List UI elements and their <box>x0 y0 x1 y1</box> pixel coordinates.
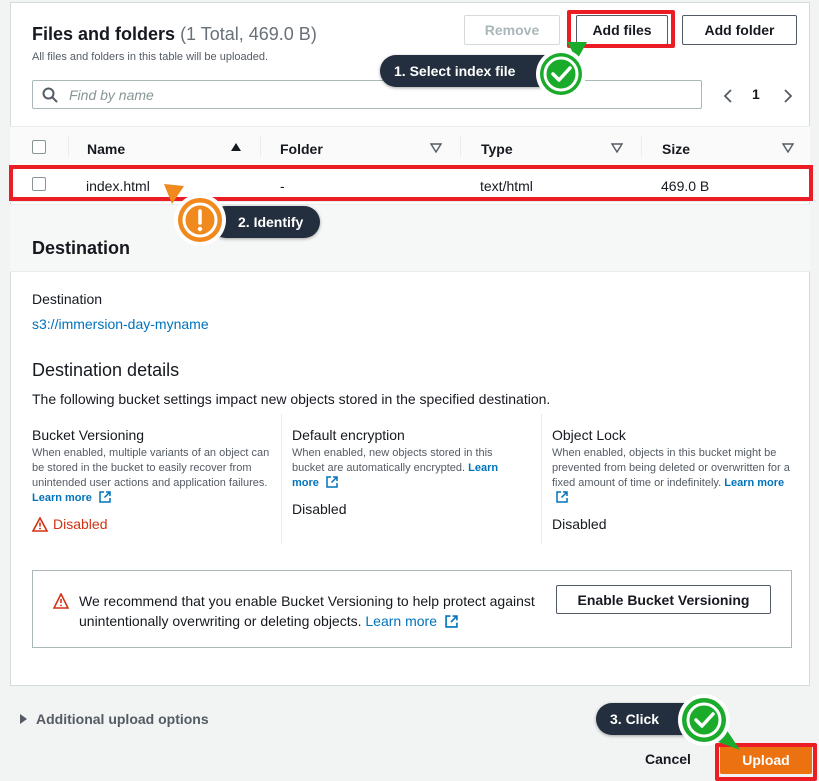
alert-text: We recommend that you enable Bucket Vers… <box>79 593 535 629</box>
column-separator <box>260 135 261 157</box>
files-title: Files and folders (1 Total, 469.0 B) <box>32 24 317 45</box>
search-box[interactable] <box>32 80 702 109</box>
sort-down-icon[interactable] <box>782 143 794 153</box>
add-folder-button[interactable]: Add folder <box>682 15 797 45</box>
column-header-size[interactable]: Size <box>662 141 690 157</box>
column-separator <box>641 135 642 157</box>
exclamation-badge-icon <box>164 184 226 246</box>
chevron-left-icon[interactable] <box>722 88 734 104</box>
sort-down-icon[interactable] <box>430 143 442 153</box>
check-badge-icon <box>536 42 587 99</box>
callout-step-2-text: 2. Identify <box>238 214 304 230</box>
warning-icon <box>53 593 69 609</box>
object-lock-description: When enabled, objects in this bucket mig… <box>552 446 792 506</box>
versioning-description: When enabled, multiple variants of an ob… <box>32 446 272 506</box>
sort-down-icon[interactable] <box>611 143 623 153</box>
object-lock-title: Object Lock <box>552 427 626 443</box>
files-title-text: Files and folders <box>32 24 176 44</box>
search-input[interactable] <box>67 85 687 105</box>
versioning-status-text: Disabled <box>53 516 108 532</box>
encryption-description: When enabled, new objects stored in this… <box>292 446 528 491</box>
column-header-name[interactable]: Name <box>87 141 125 157</box>
additional-options-toggle[interactable]: Additional upload options <box>20 711 209 727</box>
encryption-title: Default encryption <box>292 427 405 443</box>
additional-options-label: Additional upload options <box>36 711 209 727</box>
files-description: All files and folders in this table will… <box>32 51 269 63</box>
versioning-desc-text: When enabled, multiple variants of an ob… <box>32 447 270 489</box>
destination-label: Destination <box>32 291 103 307</box>
column-divider <box>541 414 542 544</box>
destination-header: Destination <box>10 204 810 272</box>
caret-right-icon <box>20 714 27 724</box>
external-link-icon[interactable] <box>445 615 458 628</box>
column-separator <box>460 135 461 157</box>
column-header-type[interactable]: Type <box>481 141 513 157</box>
encryption-status: Disabled <box>292 501 347 517</box>
column-divider <box>281 414 282 544</box>
chevron-right-icon[interactable] <box>782 88 794 104</box>
sort-up-icon[interactable] <box>230 142 242 152</box>
destination-details-title: Destination details <box>32 360 180 380</box>
check-badge-icon <box>678 694 740 750</box>
external-link-icon[interactable] <box>99 491 111 503</box>
alert-message: We recommend that you enable Bucket Vers… <box>79 591 549 631</box>
callout-step-1-text: 1. Select index file <box>394 63 516 79</box>
select-all-checkbox[interactable] <box>32 140 46 154</box>
page-number[interactable]: 1 <box>752 86 760 102</box>
versioning-learn-more-link[interactable]: Learn more <box>32 492 92 504</box>
warning-icon <box>32 516 48 532</box>
files-count: (1 Total, 469.0 B) <box>180 24 317 44</box>
versioning-status: Disabled <box>32 516 107 532</box>
object-lock-status: Disabled <box>552 516 607 532</box>
callout-step-3-text: 3. Click <box>610 711 660 727</box>
external-link-icon[interactable] <box>326 476 338 488</box>
search-icon <box>42 87 58 103</box>
external-link-icon[interactable] <box>556 491 568 503</box>
destination-details-description: The following bucket settings impact new… <box>32 391 551 407</box>
table-header: Name Folder Type Size <box>10 126 810 166</box>
versioning-title: Bucket Versioning <box>32 427 145 443</box>
alert-learn-more-link[interactable]: Learn more <box>365 613 437 629</box>
encryption-desc-text: When enabled, new objects stored in this… <box>292 447 493 474</box>
enable-versioning-button[interactable]: Enable Bucket Versioning <box>556 585 771 614</box>
row-highlight <box>9 165 813 201</box>
column-separator <box>68 135 69 157</box>
object-lock-learn-more-link[interactable]: Learn more <box>724 477 784 489</box>
destination-title: Destination <box>32 238 131 258</box>
destination-link[interactable]: s3://immersion-day-myname <box>32 316 209 332</box>
column-header-folder[interactable]: Folder <box>280 141 323 157</box>
